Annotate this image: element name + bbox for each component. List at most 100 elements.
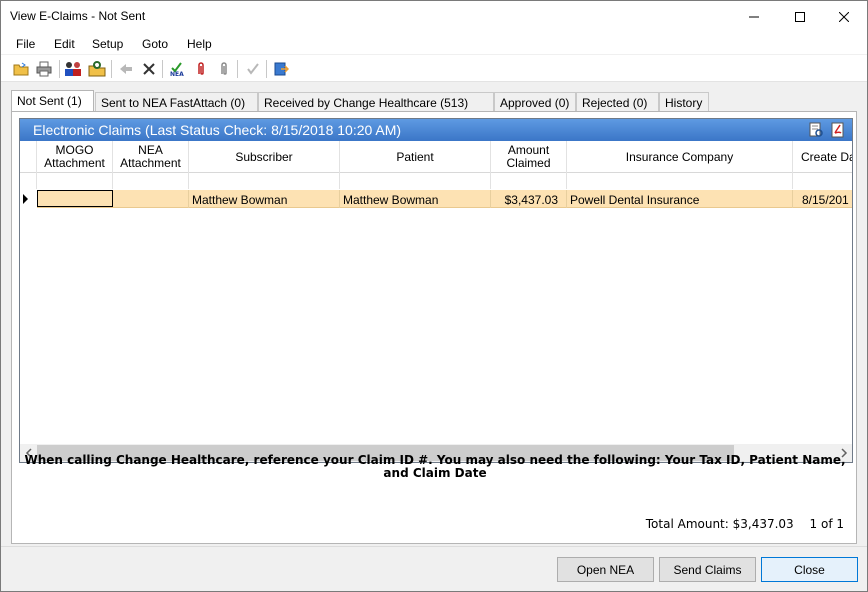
menu-goto[interactable]: Goto [142,37,168,51]
total-amount: Total Amount: $3,437.03 1 of 1 [646,517,844,531]
key-folder-button[interactable] [87,59,107,79]
row-header-corner [20,141,37,173]
claims-grid: Electronic Claims (Last Status Check: 8/… [19,118,853,463]
back-arrow-icon [120,64,132,74]
grid-caption: Electronic Claims (Last Status Check: 8/… [20,119,852,141]
tab-not-sent[interactable]: Not Sent (1) [11,90,94,112]
cell-amount[interactable]: $3,437.03 [491,190,567,208]
attach-gray-button[interactable] [214,59,234,79]
preview-button[interactable] [808,122,824,138]
column-header-patient[interactable]: Patient [340,141,491,173]
filter-cell-subscriber[interactable] [189,173,340,189]
paperclip-red-icon [198,62,204,75]
cell-patient[interactable]: Matthew Bowman [340,190,491,208]
column-header-line: Subscriber [235,149,293,164]
filter-row [20,173,852,189]
close-window-button[interactable] [821,1,867,32]
maximize-icon [795,11,805,22]
column-header-amount[interactable]: Amount Claimed [491,141,567,173]
export-icon [274,62,289,76]
close-icon [839,11,849,22]
attach-button[interactable] [191,59,211,79]
minimize-button[interactable] [731,1,777,32]
approve-button[interactable] [243,59,263,79]
toolbar-separator [237,60,238,78]
toolbar-separator [59,60,60,78]
column-header-subscriber[interactable]: Subscriber [189,141,340,173]
delete-button[interactable] [139,59,159,79]
pdf-document-icon [831,122,844,138]
column-header-line: Insurance Company [625,149,734,164]
tab-received-change-healthcare[interactable]: Received by Change Healthcare (513) [258,92,494,111]
tab-panel: Electronic Claims (Last Status Check: 8/… [11,111,857,544]
document-search-icon [809,122,823,137]
pdf-button[interactable] [830,122,846,138]
menu-setup[interactable]: Setup [92,37,123,51]
people-icon [65,62,81,76]
filter-cell-insurance[interactable] [567,173,793,189]
back-button[interactable] [116,59,136,79]
menu-edit[interactable]: Edit [54,37,75,51]
send-claims-button[interactable]: Send Claims [659,557,756,582]
table-row[interactable]: Matthew Bowman Matthew Bowman $3,437.03 … [20,190,852,208]
column-header-nea[interactable]: NEA Attachment [113,141,189,173]
menu-file[interactable]: File [16,37,35,51]
nea-button[interactable]: NEA [168,59,188,79]
open-button[interactable] [11,59,31,79]
footer-divider [1,546,867,547]
cell-insurance[interactable]: Powell Dental Insurance [567,190,793,208]
column-header-line: Patient [396,149,434,164]
filter-cell-nea[interactable] [113,173,189,189]
grid-header: MOGO Attachment NEA Attachment Subscribe… [20,141,852,173]
toolbar-separator [111,60,112,78]
toolbar-separator [162,60,163,78]
print-icon [36,61,52,77]
menu-bar: File Edit Setup Goto Help [1,32,867,55]
tab-history[interactable]: History [659,92,709,111]
toolbar: NEA [1,55,867,82]
paperclip-gray-icon [221,62,227,75]
paging-text: 1 of 1 [809,517,844,531]
row-header[interactable] [20,190,37,208]
tab-approved[interactable]: Approved (0) [494,92,576,111]
column-header-insurance[interactable]: Insurance Company [567,141,793,173]
filter-cell-amount[interactable] [491,173,567,189]
column-header-line: Claimed [506,156,551,170]
open-nea-button[interactable]: Open NEA [557,557,654,582]
column-header-line: Attachment [120,156,181,170]
cell-mogo[interactable] [37,190,113,207]
maximize-button[interactable] [777,1,823,32]
svg-text:NEA: NEA [170,71,184,77]
print-button[interactable] [34,59,54,79]
eclaims-window: View E-Claims - Not Sent File Edit Setup… [0,0,868,592]
column-header-line: Create Da [801,149,852,164]
nea-check-icon: NEA [170,62,184,77]
delete-x-icon [143,63,155,75]
checkmark-icon [247,63,259,75]
filter-cell-mogo[interactable] [37,173,113,189]
open-folder-icon [13,62,29,76]
minimize-icon [749,16,759,17]
close-button[interactable]: Close [761,557,858,582]
menu-help[interactable]: Help [187,37,212,51]
people-button[interactable] [63,59,83,79]
title-bar: View E-Claims - Not Sent [1,1,867,32]
total-amount-text: Total Amount: $3,437.03 [645,517,794,531]
column-header-line: Attachment [44,156,105,170]
toolbar-separator [266,60,267,78]
tab-rejected[interactable]: Rejected (0) [576,92,659,111]
export-button[interactable] [271,59,291,79]
grid-caption-text: Electronic Claims (Last Status Check: 8/… [33,122,402,138]
column-header-create-date[interactable]: Create Da [793,141,852,173]
column-header-mogo[interactable]: MOGO Attachment [37,141,113,173]
cell-nea[interactable] [113,190,189,208]
current-row-indicator-icon [23,194,28,204]
key-folder-icon [88,61,106,77]
cell-create-date[interactable]: 8/15/201 [793,190,852,208]
filter-cell-create-date[interactable] [793,173,852,189]
window-title: View E-Claims - Not Sent [10,9,146,23]
tab-sent-to-nea[interactable]: Sent to NEA FastAttach (0) [95,92,258,111]
filter-row-header [20,173,37,189]
filter-cell-patient[interactable] [340,173,491,189]
cell-subscriber[interactable]: Matthew Bowman [189,190,340,208]
